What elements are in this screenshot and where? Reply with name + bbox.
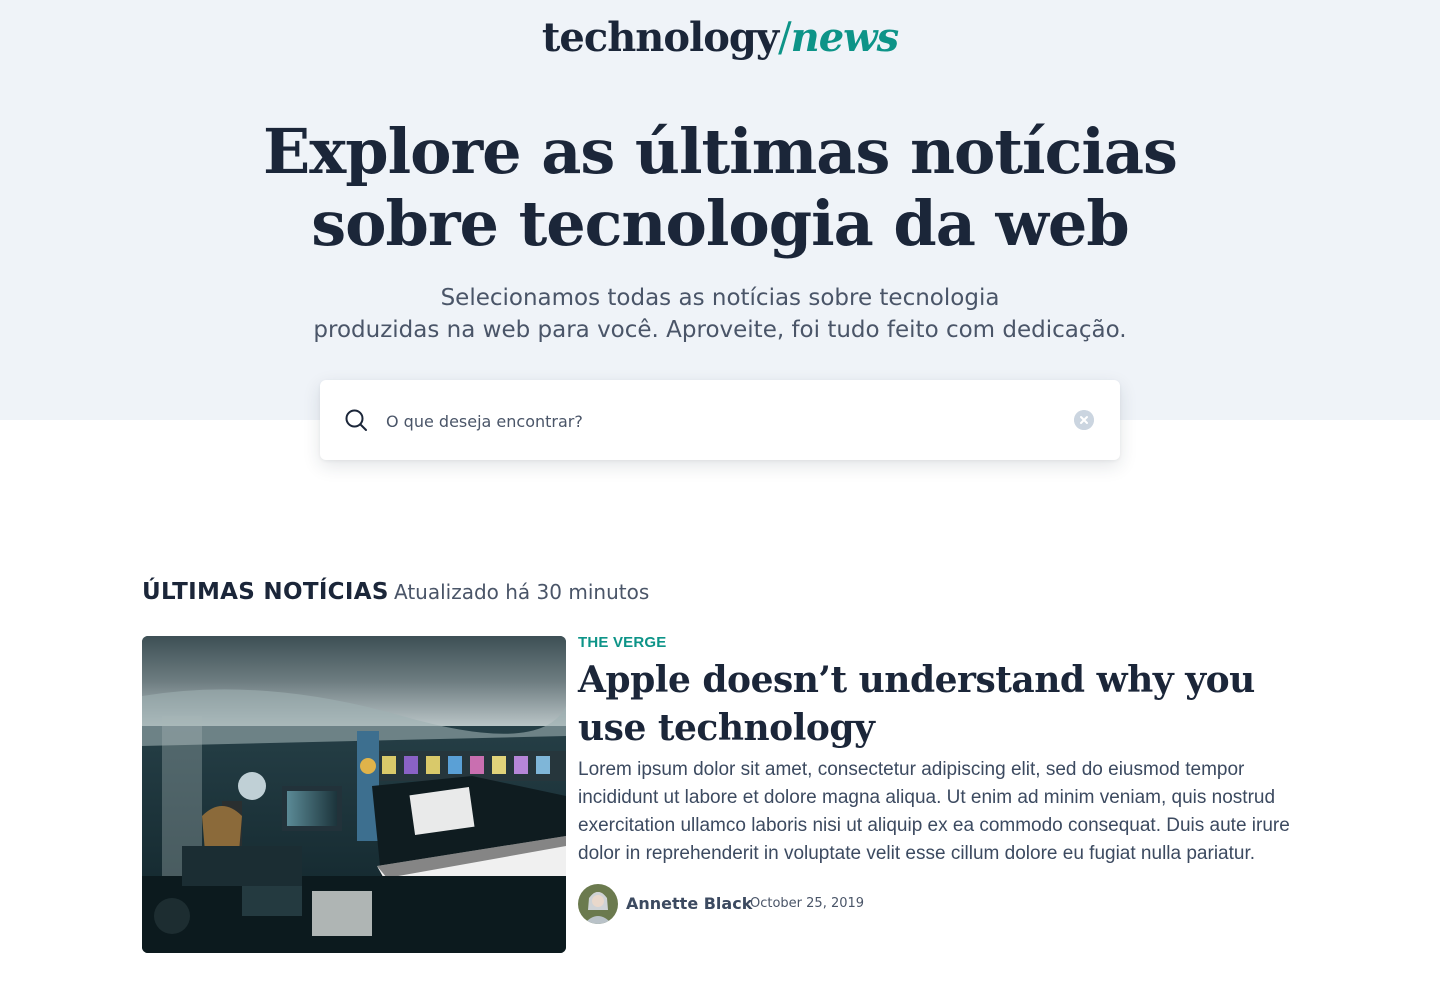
article-image [142, 636, 566, 953]
author-name[interactable]: Annette Black [626, 892, 752, 916]
article-source[interactable]: THE VERGE [578, 632, 666, 654]
section-title: ÚLTIMAS NOTÍCIAS [142, 579, 389, 605]
clear-icon[interactable] [1074, 410, 1094, 430]
hero-subtitle-line1: Selecionamos todas as notícias sobre tec… [440, 285, 1000, 311]
hero-subtitle-line2: produzidas na web para você. Aproveite, … [313, 317, 1127, 343]
search-input[interactable] [384, 400, 1068, 442]
logo-slash: / [778, 15, 792, 61]
site-logo[interactable]: technology/news [0, 12, 1440, 64]
logo-main-text: technology [541, 14, 779, 61]
hero-section: technology/news Explore as últimas notíc… [0, 0, 1440, 420]
search-box [320, 380, 1120, 460]
avatar-image [578, 884, 618, 924]
article-title[interactable]: Apple doesn’t understand why you use tec… [578, 656, 1298, 752]
article-excerpt: Lorem ipsum dolor sit amet, consectetur … [578, 759, 1290, 864]
article-date: October 25, 2019 [750, 896, 865, 911]
hero-headline: Explore as últimas notícias sobre tecnol… [220, 116, 1220, 260]
logo-accent-text: news [790, 14, 899, 61]
hero-subtitle: Selecionamos todas as notícias sobre tec… [220, 282, 1220, 346]
search-icon[interactable] [344, 408, 368, 432]
avatar[interactable] [578, 884, 618, 924]
hero-headline-line2: sobre tecnologia da web [311, 187, 1129, 260]
article-thumbnail[interactable] [142, 636, 566, 953]
hero-headline-line1: Explore as últimas notícias [263, 115, 1178, 188]
section-updated-text: Atualizado há 30 minutos [394, 580, 650, 604]
